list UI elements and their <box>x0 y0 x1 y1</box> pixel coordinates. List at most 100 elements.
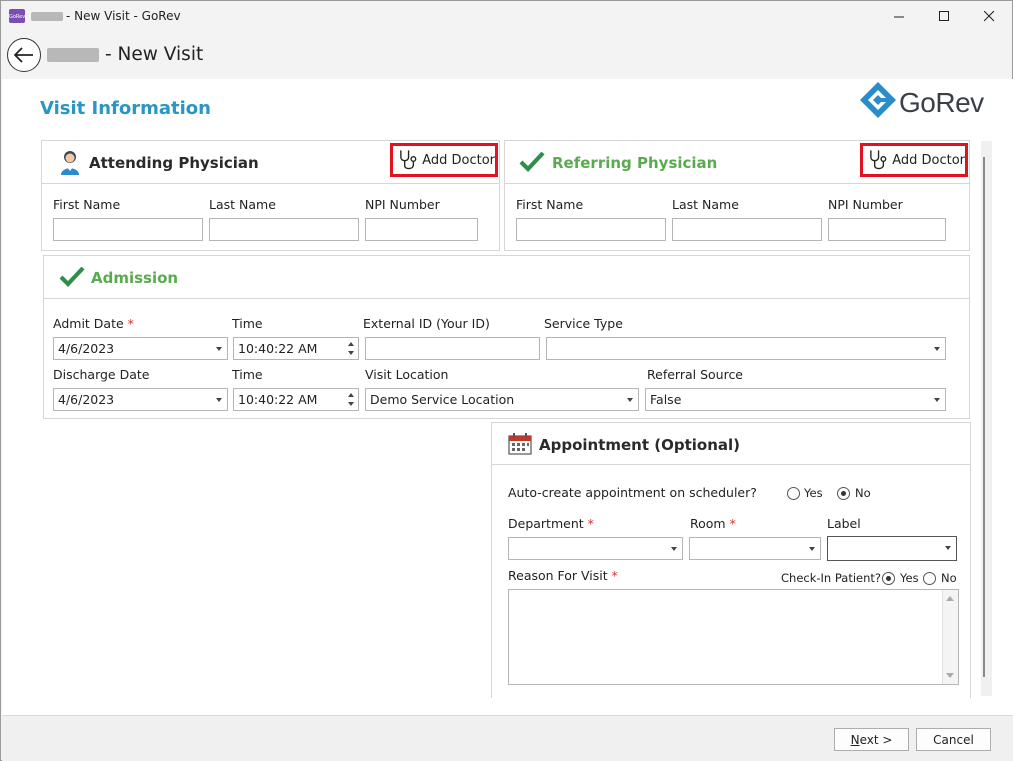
attending-first-name-input[interactable] <box>53 218 203 241</box>
department-label-text: Department <box>508 516 584 531</box>
app-icon-text: GoRev <box>9 14 26 20</box>
add-doctor-label: Add Doctor <box>422 152 495 168</box>
discharge-date-picker[interactable]: 4/6/2023 <box>53 388 228 411</box>
check-in-label: Check-In Patient? <box>781 571 882 585</box>
scroll-up-icon[interactable] <box>946 596 954 602</box>
referring-npi-input[interactable] <box>828 218 946 241</box>
referring-first-name-input[interactable] <box>516 218 666 241</box>
attending-first-name-label: First Name <box>53 197 121 212</box>
referral-source-label: Referral Source <box>647 367 744 382</box>
auto-create-yes-radio[interactable] <box>787 487 800 500</box>
attending-last-name-input[interactable] <box>209 218 359 241</box>
attending-last-name-label: Last Name <box>209 197 276 212</box>
chevron-down-icon <box>627 398 633 402</box>
auto-create-yes-label: Yes <box>804 486 823 500</box>
referring-add-doctor-button[interactable]: Add Doctor <box>860 143 968 177</box>
header-title-text: - New Visit <box>105 44 204 65</box>
reason-for-visit-textarea[interactable] <box>508 589 959 685</box>
minimize-button[interactable] <box>876 1 922 31</box>
appointment-title: Appointment (Optional) <box>539 436 741 454</box>
stethoscope-icon <box>870 150 887 170</box>
gorev-logo-text: GoRev <box>899 87 984 118</box>
chevron-down-icon <box>809 547 815 551</box>
scroll-down-icon[interactable] <box>946 673 954 679</box>
attending-npi-label: NPI Number <box>365 197 440 212</box>
doctor-icon <box>61 151 79 175</box>
stethoscope-icon <box>400 150 417 170</box>
admit-time-label: Time <box>232 316 263 331</box>
referring-npi-label: NPI Number <box>828 197 903 212</box>
referring-first-name-label: First Name <box>516 197 584 212</box>
main-scrollbar-thumb[interactable] <box>983 157 985 677</box>
referral-source-value: False <box>650 392 682 407</box>
referring-last-name-input[interactable] <box>672 218 822 241</box>
service-type-label: Service Type <box>544 316 623 331</box>
next-mnemonic: N <box>850 732 860 747</box>
textarea-scrollbar[interactable] <box>942 590 958 684</box>
maximize-button[interactable] <box>921 1 967 31</box>
admit-date-picker[interactable]: 4/6/2023 <box>53 337 228 360</box>
department-label: Department * <box>508 516 594 531</box>
chevron-down-icon <box>671 547 677 551</box>
attending-add-doctor-button[interactable]: Add Doctor <box>390 143 498 177</box>
room-select[interactable] <box>689 537 821 560</box>
referral-source-select[interactable]: False <box>645 388 946 411</box>
attending-physician-title: Attending Physician <box>89 154 259 172</box>
app-icon: GoRev <box>9 9 25 23</box>
reason-label-text: Reason For Visit <box>508 568 608 583</box>
visit-location-value: Demo Service Location <box>370 392 515 407</box>
chevron-down-icon <box>216 347 222 351</box>
next-button[interactable]: Next > <box>834 728 909 751</box>
window-title-text: - New Visit - GoRev <box>66 9 181 23</box>
check-in-no-label: No <box>941 571 957 585</box>
discharge-date-label: Discharge Date <box>53 367 150 382</box>
back-button[interactable] <box>7 38 41 72</box>
check-in-no-radio[interactable] <box>923 572 936 585</box>
section-title: Visit Information <box>40 98 211 119</box>
check-in-yes-label: Yes <box>900 571 919 585</box>
close-button[interactable] <box>966 1 1012 31</box>
spin-down-icon[interactable] <box>348 402 354 406</box>
spin-up-icon[interactable] <box>348 342 354 346</box>
chevron-down-icon <box>945 546 951 550</box>
service-type-select[interactable] <box>546 337 946 360</box>
referring-physician-title: Referring Physician <box>552 154 718 172</box>
admit-date-label: Admit Date * <box>53 316 134 331</box>
admit-date-label-text: Admit Date <box>53 316 124 331</box>
arrow-left-icon <box>14 47 33 63</box>
discharge-time-spinner[interactable]: 10:40:22 AM <box>233 388 359 411</box>
checkmark-icon <box>519 151 545 172</box>
external-id-label: External ID (Your ID) <box>363 316 490 331</box>
visit-location-label: Visit Location <box>365 367 449 382</box>
discharge-date-value: 4/6/2023 <box>58 392 115 407</box>
room-label: Room * <box>690 516 736 531</box>
calendar-icon <box>508 433 532 455</box>
external-id-input[interactable] <box>365 337 540 360</box>
auto-create-label: Auto-create appointment on scheduler? <box>508 485 757 500</box>
auto-create-no-radio[interactable] <box>837 487 850 500</box>
maximize-icon <box>938 10 949 21</box>
label-select[interactable] <box>827 536 957 561</box>
check-in-yes-radio[interactable] <box>882 572 895 585</box>
next-label: ext > <box>859 732 893 747</box>
auto-create-no-label: No <box>855 486 871 500</box>
add-doctor-label: Add Doctor <box>892 152 965 168</box>
department-select[interactable] <box>508 537 683 560</box>
room-label-text: Room <box>690 516 726 531</box>
discharge-time-label: Time <box>232 367 263 382</box>
spin-up-icon[interactable] <box>348 393 354 397</box>
close-icon <box>983 10 994 21</box>
spin-down-icon[interactable] <box>348 351 354 355</box>
admit-time-value: 10:40:22 AM <box>238 341 318 356</box>
chevron-down-icon <box>934 347 940 351</box>
visit-location-select[interactable]: Demo Service Location <box>365 388 639 411</box>
attending-npi-input[interactable] <box>365 218 478 241</box>
required-asterisk: * <box>729 516 736 531</box>
cancel-button[interactable]: Cancel <box>916 728 991 751</box>
required-asterisk: * <box>587 516 594 531</box>
discharge-time-value: 10:40:22 AM <box>238 392 318 407</box>
admission-title: Admission <box>91 269 179 287</box>
required-asterisk: * <box>611 568 618 583</box>
page-header-title: - New Visit <box>47 44 203 65</box>
admit-time-spinner[interactable]: 10:40:22 AM <box>233 337 359 360</box>
